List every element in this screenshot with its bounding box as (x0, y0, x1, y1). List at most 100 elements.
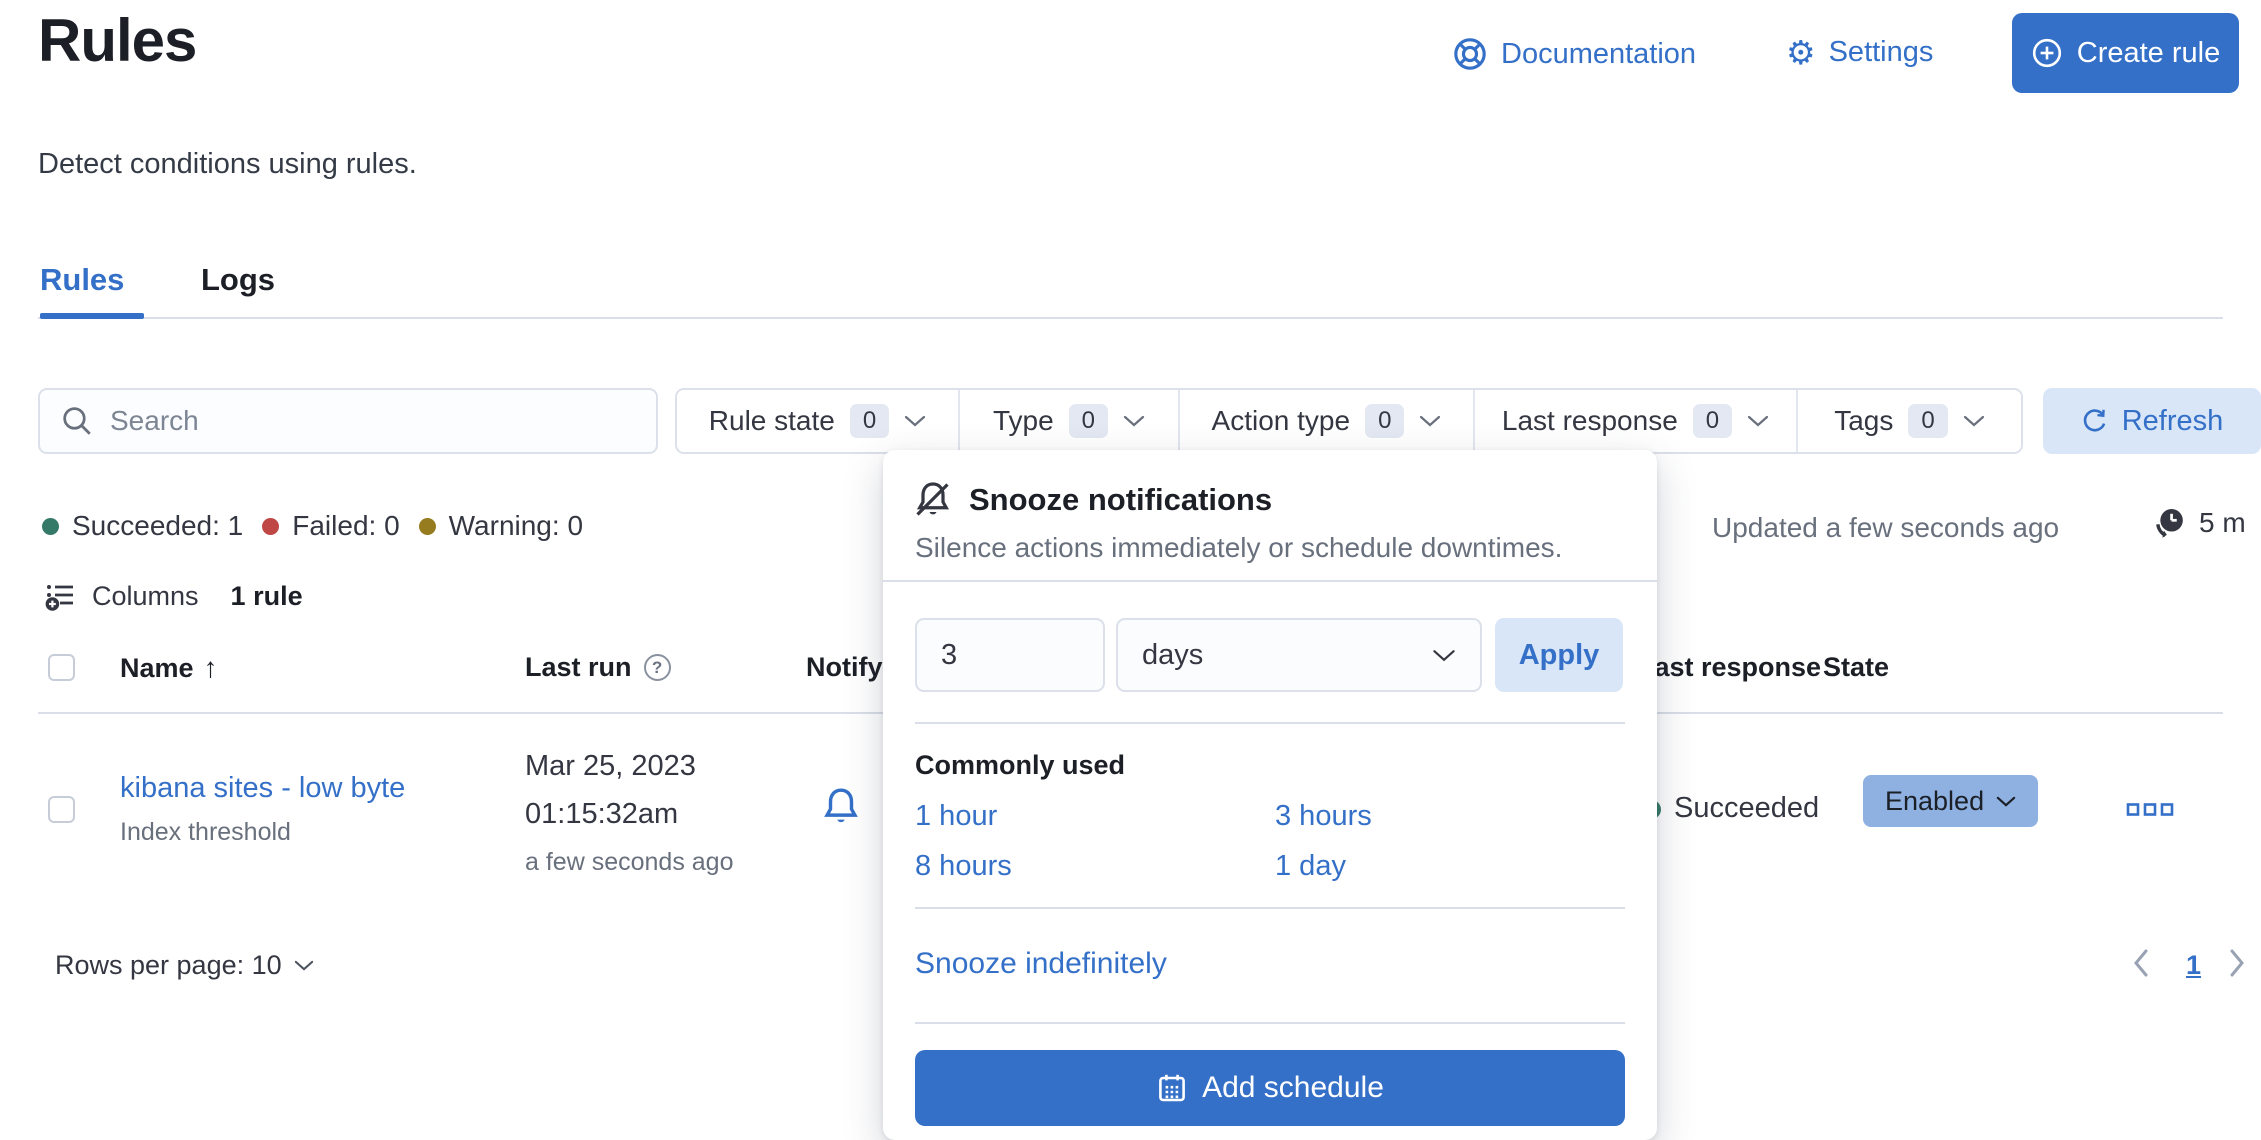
page-number-1[interactable]: 1 (2186, 950, 2201, 981)
snooze-duration-field[interactable] (915, 618, 1105, 692)
snooze-option-8-hours[interactable]: 8 hours (915, 850, 1012, 883)
snooze-bell-button[interactable] (820, 786, 862, 828)
column-header-state[interactable]: State (1823, 652, 1889, 683)
warning-count: Warning: 0 (449, 510, 583, 542)
search-input[interactable] (110, 405, 636, 437)
snooze-option-1-hour[interactable]: 1 hour (915, 800, 997, 833)
select-all-checkbox[interactable] (48, 654, 75, 681)
refresh-label: Refresh (2122, 405, 2224, 438)
apply-label: Apply (1519, 639, 1600, 672)
column-header-last-response[interactable]: Last response (1638, 652, 1821, 683)
rule-state-badge[interactable]: Enabled (1863, 775, 2038, 827)
filter-count-badge: 0 (1069, 404, 1108, 439)
run-status-summary: Succeeded: 1 Failed: 0 Warning: 0 (42, 510, 583, 542)
page-title: Rules (38, 6, 196, 75)
last-run-header-label: Last run (525, 652, 632, 683)
filter-count-badge: 0 (850, 404, 889, 439)
bell-icon (820, 786, 862, 828)
filter-label: Rule state (709, 405, 835, 437)
tab-logs[interactable]: Logs (201, 262, 275, 298)
filter-last-response[interactable]: Last response 0 (1473, 390, 1796, 452)
row-checkbox[interactable] (48, 796, 75, 823)
sort-ascending-icon: ↑ (204, 652, 218, 684)
next-page-button[interactable] (2228, 948, 2246, 983)
create-rule-button[interactable]: Create rule (2012, 13, 2239, 93)
snooze-option-3-hours[interactable]: 3 hours (1275, 800, 1372, 833)
apply-snooze-button[interactable]: Apply (1495, 618, 1623, 692)
settings-label: Settings (1829, 36, 1934, 69)
filter-tags[interactable]: Tags 0 (1796, 390, 2021, 452)
filter-count-badge: 0 (1693, 404, 1732, 439)
search-box[interactable] (38, 388, 658, 454)
documentation-link[interactable]: Documentation (1452, 36, 1696, 72)
snooze-option-1-day[interactable]: 1 day (1275, 850, 1346, 883)
failed-count: Failed: 0 (292, 510, 399, 542)
last-updated-text: Updated a few seconds ago (1712, 512, 2059, 544)
rows-per-page-label: Rows per page: 10 (55, 950, 282, 981)
column-header-name[interactable]: Name ↑ (120, 652, 218, 684)
prev-page-button[interactable] (2132, 948, 2150, 983)
filter-count-badge: 0 (1908, 404, 1947, 439)
filter-action-type[interactable]: Action type 0 (1178, 390, 1473, 452)
popover-divider (915, 907, 1625, 909)
last-response-value: Succeeded (1674, 792, 1819, 825)
success-dot-icon (42, 518, 59, 535)
last-run-relative: a few seconds ago (525, 848, 733, 877)
row-actions-button[interactable] (2126, 800, 2174, 820)
calendar-icon (1156, 1072, 1188, 1104)
column-header-notify[interactable]: Notify (806, 652, 883, 683)
chevron-down-icon (1747, 414, 1769, 428)
chevron-right-icon (2228, 948, 2246, 978)
filter-label: Tags (1834, 405, 1893, 437)
gear-icon: ⚙ (1786, 36, 1816, 69)
rule-count-label: 1 rule (231, 581, 303, 612)
snooze-popover-subtitle: Silence actions immediately or schedule … (915, 532, 1562, 564)
refresh-icon (2081, 407, 2109, 435)
refresh-button[interactable]: Refresh (2043, 388, 2261, 454)
popover-divider (883, 580, 1657, 582)
filter-label: Last response (1502, 405, 1678, 437)
page-subtitle: Detect conditions using rules. (38, 148, 417, 181)
rule-name-link[interactable]: kibana sites - low byte (120, 772, 410, 805)
create-rule-label: Create rule (2077, 37, 2220, 70)
tabs-divider (38, 317, 2223, 319)
chevron-down-icon (1963, 414, 1985, 428)
table-controls: Columns 1 rule (44, 580, 303, 612)
columns-icon (44, 580, 76, 612)
filter-label: Type (993, 405, 1054, 437)
add-schedule-label: Add schedule (1202, 1071, 1384, 1105)
question-circle-icon[interactable]: ? (644, 654, 671, 681)
time-refresh-icon (2152, 505, 2188, 541)
snooze-unit-select[interactable]: days (1116, 618, 1482, 692)
filter-type[interactable]: Type 0 (958, 390, 1178, 452)
snooze-popover-title: Snooze notifications (969, 482, 1272, 518)
columns-button[interactable]: Columns (92, 581, 199, 612)
filter-count-badge: 0 (1365, 404, 1404, 439)
snooze-popover: Snooze notifications Silence actions imm… (883, 450, 1657, 1140)
help-icon (1452, 36, 1488, 72)
chevron-left-icon (2132, 948, 2150, 978)
filter-group: Rule state 0 Type 0 Action type 0 Last r… (675, 388, 2023, 454)
rows-per-page-button[interactable]: Rows per page: 10 (55, 950, 314, 981)
snooze-indefinitely-link[interactable]: Snooze indefinitely (915, 947, 1167, 981)
filter-rule-state[interactable]: Rule state 0 (677, 390, 958, 452)
settings-link[interactable]: ⚙ Settings (1786, 36, 1933, 69)
chevron-down-icon (1432, 648, 1456, 663)
chevron-down-icon (294, 959, 314, 972)
name-header-label: Name (120, 653, 194, 684)
bell-slash-icon (913, 480, 953, 525)
rule-state-label: Enabled (1885, 786, 1984, 817)
rule-type-label: Index threshold (120, 818, 291, 847)
chevron-down-icon (1996, 795, 2016, 808)
column-header-last-run[interactable]: Last run ? (525, 652, 671, 683)
add-schedule-button[interactable]: Add schedule (915, 1050, 1625, 1126)
snooze-duration-input[interactable] (917, 639, 1103, 672)
popover-divider (915, 722, 1625, 724)
last-run-date: Mar 25, 2023 (525, 750, 696, 783)
boxes-horizontal-icon (2126, 800, 2174, 820)
popover-divider (915, 1022, 1625, 1024)
warning-dot-icon (419, 518, 436, 535)
tab-rules[interactable]: Rules (40, 262, 124, 298)
refresh-interval[interactable]: 5 m (2152, 505, 2246, 541)
chevron-down-icon (904, 414, 926, 428)
